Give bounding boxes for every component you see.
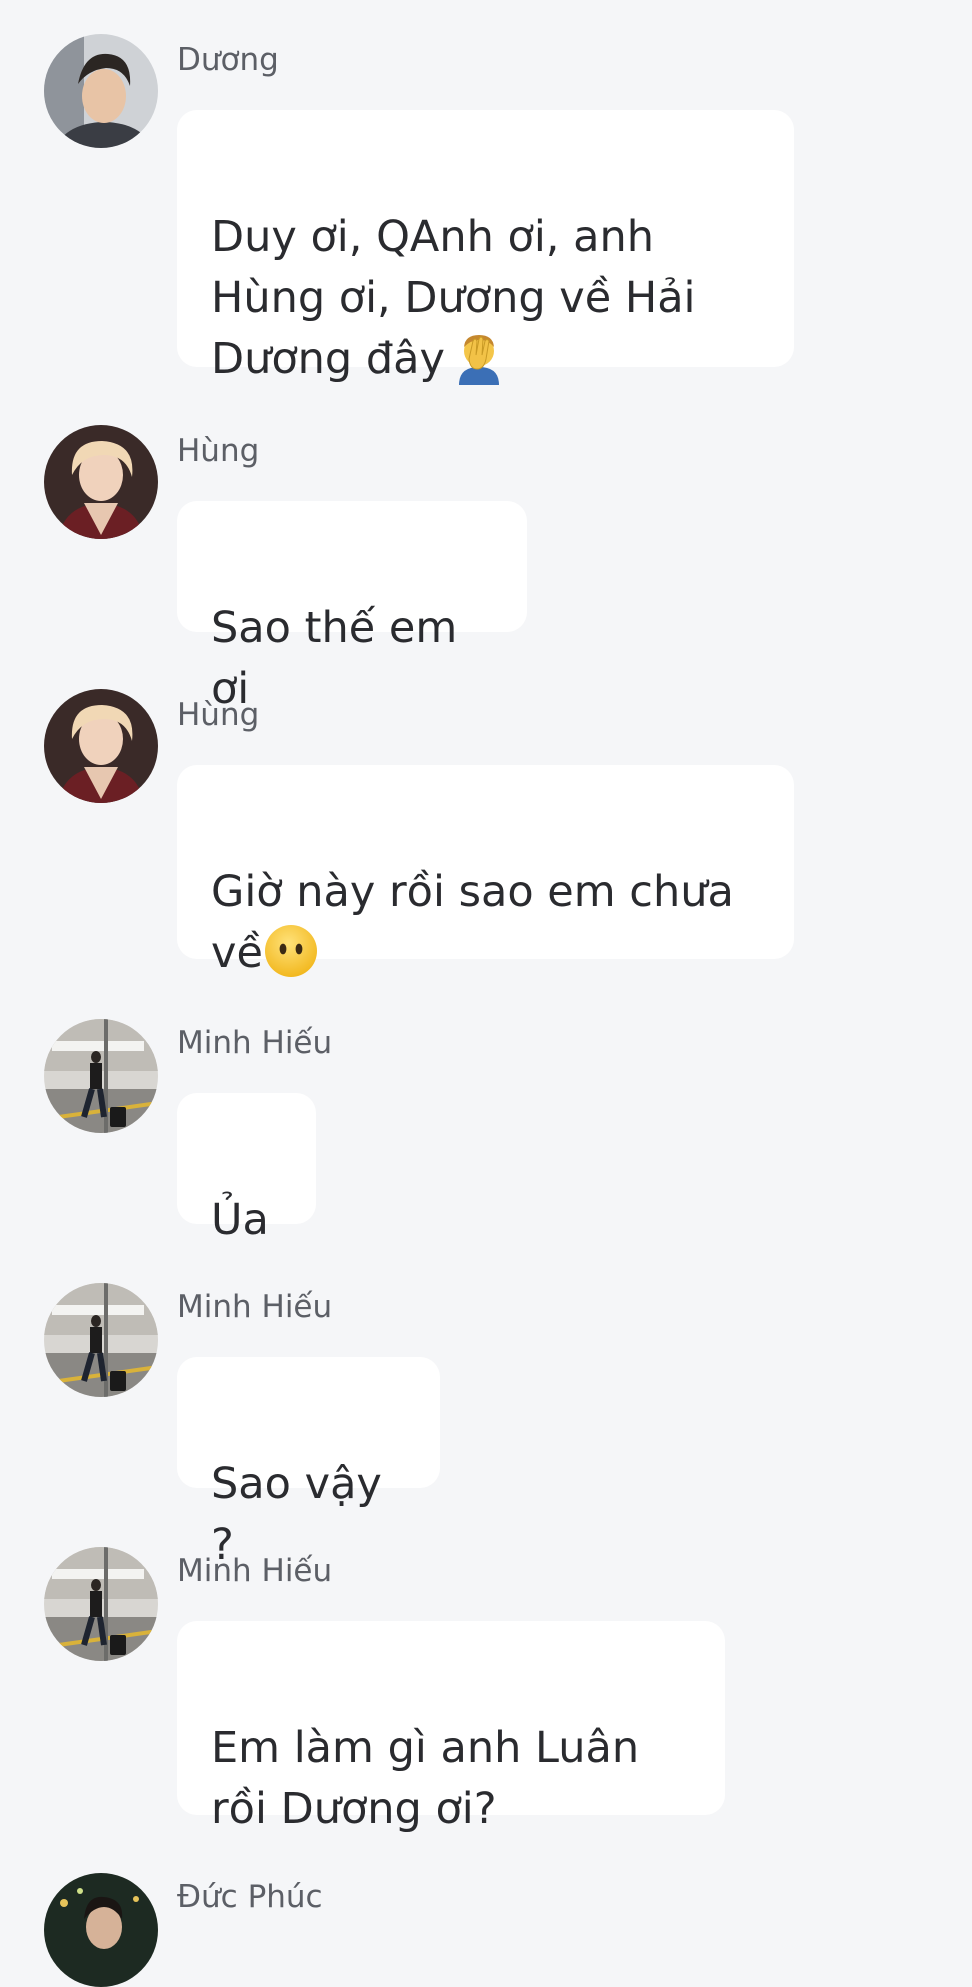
sender-name: Minh Hiếu <box>177 1553 333 1589</box>
sender-name: Dương <box>177 42 279 78</box>
sender-name: Hùng <box>177 697 260 733</box>
sender-name: Đức Phúc <box>177 1879 323 1915</box>
sender-name: Minh Hiếu <box>177 1025 333 1061</box>
avatar-duong[interactable] <box>44 34 158 148</box>
avatar-minh-hieu[interactable] <box>44 1283 158 1397</box>
message-bubble[interactable]: Giờ này rồi sao em chưa về <box>177 765 794 978</box>
message-bubble[interactable]: Duy ơi, QAnh ơi, anh Hùng ơi, Dương về H… <box>177 110 794 385</box>
facepalm-emoji-icon <box>451 329 507 385</box>
avatar-hung[interactable] <box>44 689 158 803</box>
avatar-hung-image <box>44 425 158 539</box>
avatar-minh-hieu-image <box>44 1283 158 1397</box>
sender-name: Hùng <box>177 433 260 469</box>
avatar-duong-image <box>44 34 158 148</box>
message-bubble[interactable]: Ủa <box>177 1093 316 1245</box>
avatar-duc-phuc[interactable] <box>44 1873 158 1987</box>
avatar-minh-hieu-image <box>44 1547 158 1661</box>
message-bubble[interactable]: Sao vậy ? <box>177 1357 440 1570</box>
face-without-mouth-emoji-icon <box>263 923 319 979</box>
avatar-hung-image <box>44 689 158 803</box>
avatar-minh-hieu-image <box>44 1019 158 1133</box>
chat-message-list[interactable]: Dương Duy ơi, QAnh ơi, anh Hùng ơi, Dươn… <box>0 0 972 1987</box>
sender-name: Minh Hiếu <box>177 1289 333 1325</box>
avatar-minh-hieu[interactable] <box>44 1547 158 1661</box>
message-text: Ủa <box>211 1195 269 1245</box>
message-bubble[interactable]: Sao thế em ơi <box>177 501 527 714</box>
avatar-hung[interactable] <box>44 425 158 539</box>
avatar-minh-hieu[interactable] <box>44 1019 158 1133</box>
message-text: Em làm gì anh Luân rồi Dương ơi? <box>211 1723 640 1834</box>
message-bubble[interactable]: Em làm gì anh Luân rồi Dương ơi? <box>177 1621 725 1834</box>
avatar-duc-phuc-image <box>44 1873 158 1987</box>
